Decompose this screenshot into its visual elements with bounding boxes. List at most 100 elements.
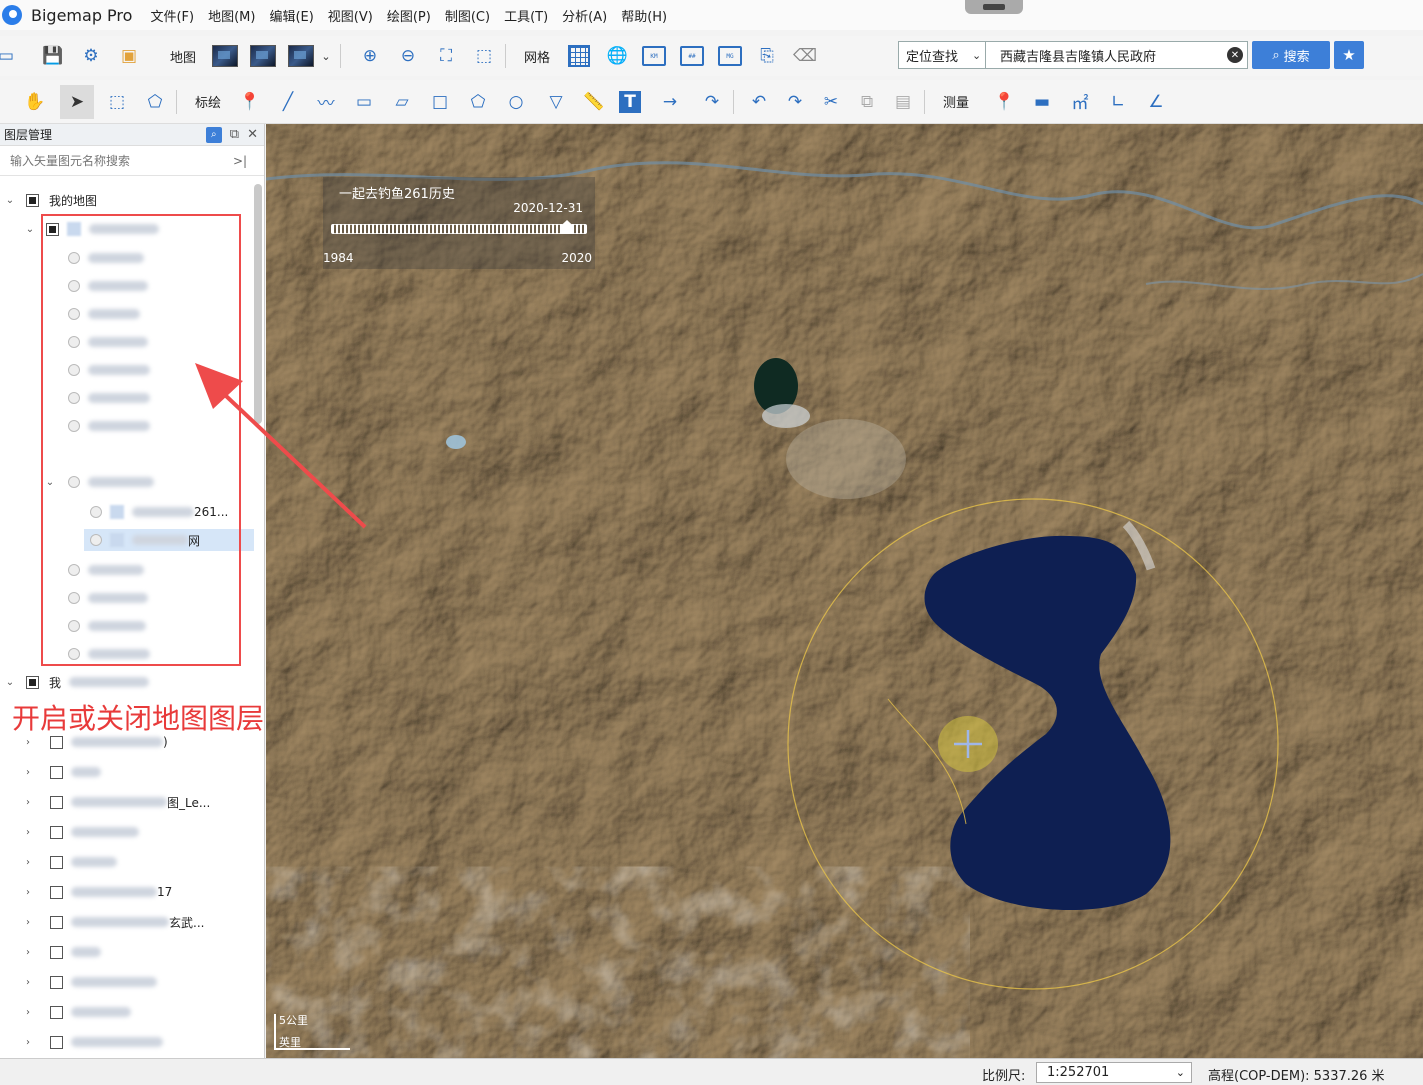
panel-close-icon[interactable]: ✕: [247, 127, 258, 143]
menu-tools[interactable]: 工具(T): [504, 6, 548, 25]
basemap-dropdown-icon[interactable]: ⌄: [320, 43, 332, 69]
tree-row-item[interactable]: ›: [22, 941, 101, 963]
measure-angle-icon[interactable]: ∠: [1143, 89, 1169, 115]
text-tool-icon[interactable]: T: [619, 90, 642, 113]
zoom-in-icon[interactable]: ⊕: [357, 43, 383, 69]
expand-icon[interactable]: ›: [22, 767, 34, 778]
box-select-icon[interactable]: ⬚: [104, 89, 130, 115]
fit-extent-icon[interactable]: ⛶: [433, 43, 459, 69]
menu-analysis[interactable]: 分析(A): [562, 6, 607, 25]
rectangle-icon[interactable]: ▭: [351, 89, 377, 115]
clear-icon[interactable]: ⌫: [792, 43, 818, 69]
tree-row-item[interactable]: ›: [22, 1031, 163, 1053]
marker-icon[interactable]: 📍: [237, 89, 263, 115]
menu-help[interactable]: 帮助(H): [621, 6, 667, 25]
freehand-line-icon[interactable]: 〰: [313, 89, 339, 115]
parallelogram-icon[interactable]: ▱: [389, 89, 415, 115]
tree-row-item[interactable]: ›: [22, 1001, 131, 1023]
scale-select[interactable]: 1:252701 ⌄: [1036, 1062, 1192, 1083]
layer-checkbox[interactable]: [50, 915, 63, 929]
copy-icon[interactable]: ⧉: [854, 89, 880, 115]
arrow-icon[interactable]: →: [657, 89, 683, 115]
search-input[interactable]: [986, 41, 1248, 69]
menu-view[interactable]: 视图(V): [328, 6, 373, 25]
tree-row-my-map[interactable]: ⌄ 我的地图: [4, 189, 97, 211]
square-icon[interactable]: □: [427, 89, 453, 115]
layer-checkbox[interactable]: [50, 945, 63, 959]
menu-draw[interactable]: 绘图(P): [387, 6, 431, 25]
menu-file[interactable]: 文件(F): [150, 6, 194, 25]
redo-icon[interactable]: ↷: [782, 89, 808, 115]
ruler-icon[interactable]: 📏: [581, 89, 607, 115]
layer-checkbox[interactable]: [50, 855, 63, 869]
undo-icon[interactable]: ↶: [746, 89, 772, 115]
folder-icon[interactable]: ▭: [0, 43, 14, 69]
menu-cartography[interactable]: 制图(C): [445, 6, 490, 25]
paste-icon[interactable]: ▤: [890, 89, 916, 115]
layer-checkbox[interactable]: [26, 193, 39, 207]
export-icon[interactable]: ⎘: [754, 43, 780, 69]
save-icon[interactable]: 💾: [40, 43, 66, 69]
measure-point-icon[interactable]: 📍: [991, 89, 1017, 115]
basemap-thumb-2[interactable]: [250, 45, 277, 67]
favorite-star-icon[interactable]: ★: [1334, 41, 1364, 69]
pentagon-icon[interactable]: ⬠: [465, 89, 491, 115]
expand-icon[interactable]: ›: [22, 827, 34, 838]
zoom-out-icon[interactable]: ⊖: [395, 43, 421, 69]
panel-search-icon[interactable]: ⌕: [205, 126, 222, 143]
layer-checkbox[interactable]: [50, 735, 63, 749]
expand-icon[interactable]: ›: [22, 887, 34, 898]
map-view[interactable]: 一起去钓鱼261历史 2020-12-31 1984 2020 5公里 英里: [266, 124, 1423, 1058]
expand-icon[interactable]: ›: [22, 1007, 34, 1018]
layer-checkbox[interactable]: [50, 975, 63, 989]
measure-height-icon[interactable]: ∟: [1105, 89, 1131, 115]
tree-row-second-root[interactable]: ⌄ 我: [4, 671, 150, 693]
polygon-select-icon[interactable]: ⬠: [142, 89, 168, 115]
expand-icon[interactable]: ⌄: [4, 677, 16, 688]
expand-icon[interactable]: ›: [22, 977, 34, 988]
full-extent-icon[interactable]: ⬚: [471, 43, 497, 69]
measure-distance-icon[interactable]: ▬: [1029, 89, 1055, 115]
tree-row-item[interactable]: ›: [22, 971, 157, 993]
layer-checkbox[interactable]: [26, 675, 39, 689]
cut-icon[interactable]: ✂: [818, 89, 844, 115]
tree-row-item[interactable]: › 图_Le...: [22, 791, 210, 813]
sector-icon[interactable]: ▽: [543, 89, 569, 115]
layer-checkbox[interactable]: [50, 825, 63, 839]
curve-arrow-icon[interactable]: ↷: [699, 89, 725, 115]
polyline-icon[interactable]: ╱: [275, 89, 301, 115]
pan-hand-icon[interactable]: ✋: [22, 89, 48, 115]
expand-icon[interactable]: ⌄: [24, 224, 36, 235]
layer-checkbox[interactable]: [50, 1035, 63, 1049]
settings-icon[interactable]: ⚙: [78, 43, 104, 69]
expand-icon[interactable]: ›: [22, 917, 34, 928]
expand-icon[interactable]: ›: [22, 797, 34, 808]
expand-icon[interactable]: ›: [22, 737, 34, 748]
tree-row-item[interactable]: ›: [22, 821, 139, 843]
image-icon[interactable]: ▣: [116, 43, 142, 69]
expand-icon[interactable]: ›: [22, 857, 34, 868]
layer-checkbox[interactable]: [50, 885, 63, 899]
circle-icon[interactable]: ○: [503, 89, 529, 115]
expand-icon[interactable]: ›: [22, 1037, 34, 1048]
basemap-thumb-3[interactable]: [288, 45, 315, 67]
expand-icon[interactable]: ›: [22, 947, 34, 958]
select-arrow-icon[interactable]: ➤: [60, 84, 94, 119]
search-mode-select[interactable]: 定位查找 ⌄: [898, 41, 986, 69]
collapse-panel-icon[interactable]: >|: [233, 154, 247, 168]
layer-search-input[interactable]: [0, 153, 225, 168]
menu-edit[interactable]: 编辑(E): [269, 6, 313, 25]
search-button[interactable]: ⌕ 搜索: [1252, 41, 1330, 69]
mgrs-grid-icon[interactable]: MG: [718, 46, 743, 66]
history-timeline[interactable]: 一起去钓鱼261历史 2020-12-31 1984 2020: [323, 177, 595, 269]
window-drag-handle[interactable]: [965, 0, 1023, 14]
menu-map[interactable]: 地图(M): [208, 6, 255, 25]
clear-search-icon[interactable]: ✕: [1227, 47, 1243, 63]
layer-checkbox[interactable]: [50, 765, 63, 779]
map-sheet-icon[interactable]: ##: [680, 46, 705, 66]
layer-checkbox[interactable]: [50, 795, 63, 809]
tree-row-item[interactable]: ›: [22, 851, 117, 873]
timeline-slider-handle[interactable]: [561, 220, 573, 234]
globe-icon[interactable]: 🌐: [604, 43, 630, 69]
km-grid-icon[interactable]: KM: [642, 46, 667, 66]
